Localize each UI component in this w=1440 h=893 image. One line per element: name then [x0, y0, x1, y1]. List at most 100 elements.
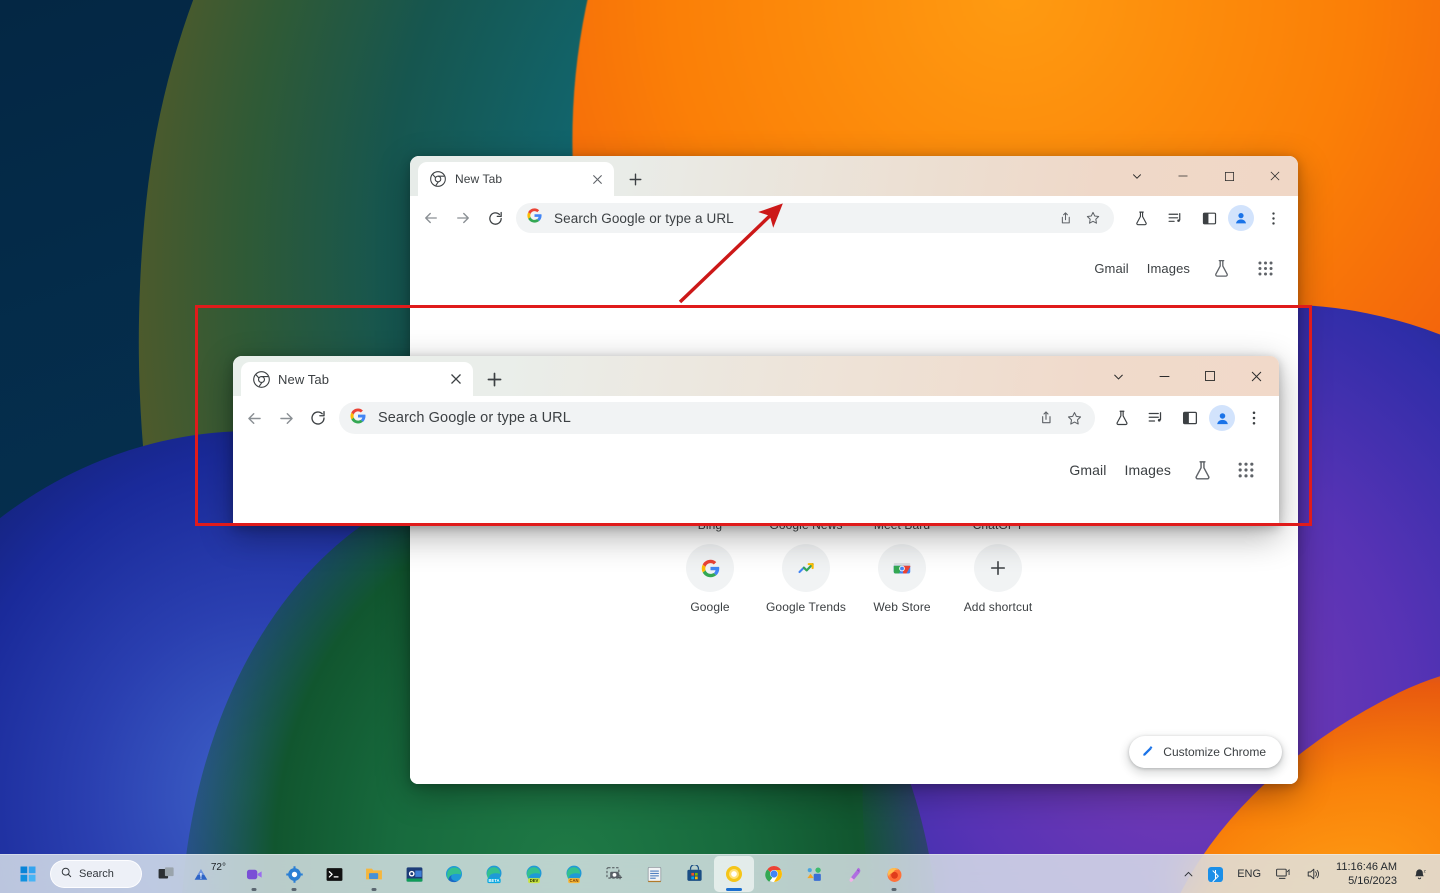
tray-overflow-chevron-icon[interactable]: [1178, 859, 1199, 889]
google-apps-grid-icon[interactable]: [1233, 457, 1259, 483]
flask-labs-icon[interactable]: [1107, 403, 1137, 433]
forward-button-icon[interactable]: [448, 203, 478, 233]
system-tray[interactable]: ENG 11:16:46 AM 5/16/2023 z: [1178, 855, 1440, 893]
google-g-icon: [349, 407, 367, 430]
toolbar-right-icons[interactable]: [1107, 403, 1269, 433]
file-explorer-icon[interactable]: [354, 856, 394, 892]
three-dot-menu-icon[interactable]: [1258, 203, 1288, 233]
back-button-icon[interactable]: [239, 403, 269, 433]
language-indicator[interactable]: ENG: [1232, 859, 1266, 889]
chrome-favicon-icon: [253, 371, 270, 388]
flask-labs-icon[interactable]: [1189, 457, 1215, 483]
firefox-icon[interactable]: [874, 856, 914, 892]
chrome-webstore-icon: [878, 544, 926, 592]
bookmark-star-icon[interactable]: [1061, 405, 1087, 431]
address-bar[interactable]: Search Google or type a URL: [339, 402, 1095, 434]
reload-button-icon[interactable]: [303, 403, 333, 433]
chrome-icon[interactable]: [754, 856, 794, 892]
side-panel-icon[interactable]: [1175, 403, 1205, 433]
network-icon[interactable]: [1270, 859, 1296, 889]
tab-title: New Tab: [455, 172, 503, 186]
start-button[interactable]: [8, 856, 48, 892]
search-tabs-button[interactable]: [1114, 156, 1160, 196]
task-view-icon[interactable]: [146, 856, 186, 892]
close-button[interactable]: [1252, 156, 1298, 196]
tab-close-icon[interactable]: [588, 170, 606, 188]
maximize-button[interactable]: [1187, 356, 1233, 396]
chrome-canary-icon[interactable]: [714, 856, 754, 892]
svg-text:DEV: DEV: [530, 878, 539, 883]
chrome-window-front[interactable]: New Tab Search Google or type a URL Gmai…: [233, 356, 1279, 526]
close-button[interactable]: [1233, 356, 1279, 396]
edge-icon[interactable]: [434, 856, 474, 892]
edge-dev-icon[interactable]: DEV: [514, 856, 554, 892]
titlebar-front-window[interactable]: New Tab: [233, 356, 1279, 396]
images-link[interactable]: Images: [1124, 462, 1171, 478]
shortcut-web-store[interactable]: Web Store: [854, 534, 950, 614]
terminal-icon[interactable]: [314, 856, 354, 892]
google-apps-grid-icon[interactable]: [1252, 255, 1278, 281]
address-bar[interactable]: Search Google or type a URL: [516, 203, 1114, 233]
microsoft-store-icon[interactable]: [674, 856, 714, 892]
bluetooth-icon[interactable]: [1203, 859, 1228, 889]
gmail-link[interactable]: Gmail: [1094, 261, 1128, 276]
notification-bell-icon[interactable]: z: [1407, 859, 1432, 889]
browser-tab[interactable]: New Tab: [241, 362, 473, 396]
media-list-icon[interactable]: [1141, 403, 1171, 433]
back-button-icon[interactable]: [416, 203, 446, 233]
new-tab-button[interactable]: [480, 365, 508, 393]
side-panel-icon[interactable]: [1194, 203, 1224, 233]
apps-icon[interactable]: [794, 856, 834, 892]
bookmark-star-icon[interactable]: [1080, 205, 1106, 231]
settings-icon[interactable]: [274, 856, 314, 892]
media-list-icon[interactable]: [1160, 203, 1190, 233]
ntp-top-links[interactable]: Gmail Images: [233, 440, 1279, 500]
chrome-favicon-icon: [430, 171, 446, 187]
forward-button-icon[interactable]: [271, 403, 301, 433]
ntp-top-links[interactable]: Gmail Images: [410, 240, 1298, 296]
three-dot-menu-icon[interactable]: [1239, 403, 1269, 433]
new-tab-button[interactable]: [621, 165, 649, 193]
minimize-button[interactable]: [1141, 356, 1187, 396]
minimize-button[interactable]: [1160, 156, 1206, 196]
notepad-icon[interactable]: [634, 856, 674, 892]
browser-tab[interactable]: New Tab: [418, 162, 614, 196]
shortcut-google[interactable]: Google: [662, 534, 758, 614]
flask-labs-icon[interactable]: [1126, 203, 1156, 233]
search-icon: [60, 866, 73, 882]
outlook-preview-icon[interactable]: [394, 856, 434, 892]
shortcut-add[interactable]: Add shortcut: [950, 534, 1046, 614]
chat-icon[interactable]: [234, 856, 274, 892]
window-controls-front[interactable]: [1095, 356, 1279, 396]
customize-chrome-button[interactable]: Customize Chrome: [1129, 736, 1282, 768]
volume-icon[interactable]: [1300, 859, 1326, 889]
taskbar-clock[interactable]: 11:16:46 AM 5/16/2023: [1330, 860, 1403, 888]
edge-beta-icon[interactable]: BETA: [474, 856, 514, 892]
titlebar-background-window[interactable]: New Tab: [410, 156, 1298, 196]
edge-canary-icon[interactable]: CAN: [554, 856, 594, 892]
clock-time: 11:16:46 AM: [1336, 861, 1397, 873]
flask-labs-icon[interactable]: [1208, 255, 1234, 281]
profile-avatar[interactable]: [1228, 205, 1254, 231]
shortcut-google-trends[interactable]: Google Trends: [758, 534, 854, 614]
windows-taskbar[interactable]: Search 72° BETA DEV CAN ENG 11:16:46 AM …: [0, 854, 1440, 893]
reload-button-icon[interactable]: [480, 203, 510, 233]
maximize-button[interactable]: [1206, 156, 1252, 196]
weather-widget[interactable]: 72°: [186, 857, 234, 891]
snipping-tool-icon[interactable]: [594, 856, 634, 892]
share-icon[interactable]: [1052, 205, 1078, 231]
images-link[interactable]: Images: [1147, 261, 1190, 276]
browser-toolbar-front[interactable]: Search Google or type a URL: [233, 396, 1279, 440]
toolbar-right-icons[interactable]: [1126, 203, 1288, 233]
svg-text:z: z: [1424, 868, 1427, 873]
paint-icon[interactable]: [834, 856, 874, 892]
tab-close-icon[interactable]: [447, 370, 465, 388]
search-tabs-button[interactable]: [1095, 356, 1141, 396]
taskbar-left-group[interactable]: Search 72° BETA DEV CAN: [0, 856, 914, 892]
taskbar-search[interactable]: Search: [50, 860, 142, 888]
profile-avatar[interactable]: [1209, 405, 1235, 431]
gmail-link[interactable]: Gmail: [1069, 462, 1106, 478]
window-controls-background[interactable]: [1114, 156, 1298, 196]
browser-toolbar-background[interactable]: Search Google or type a URL: [410, 196, 1298, 240]
share-icon[interactable]: [1033, 405, 1059, 431]
